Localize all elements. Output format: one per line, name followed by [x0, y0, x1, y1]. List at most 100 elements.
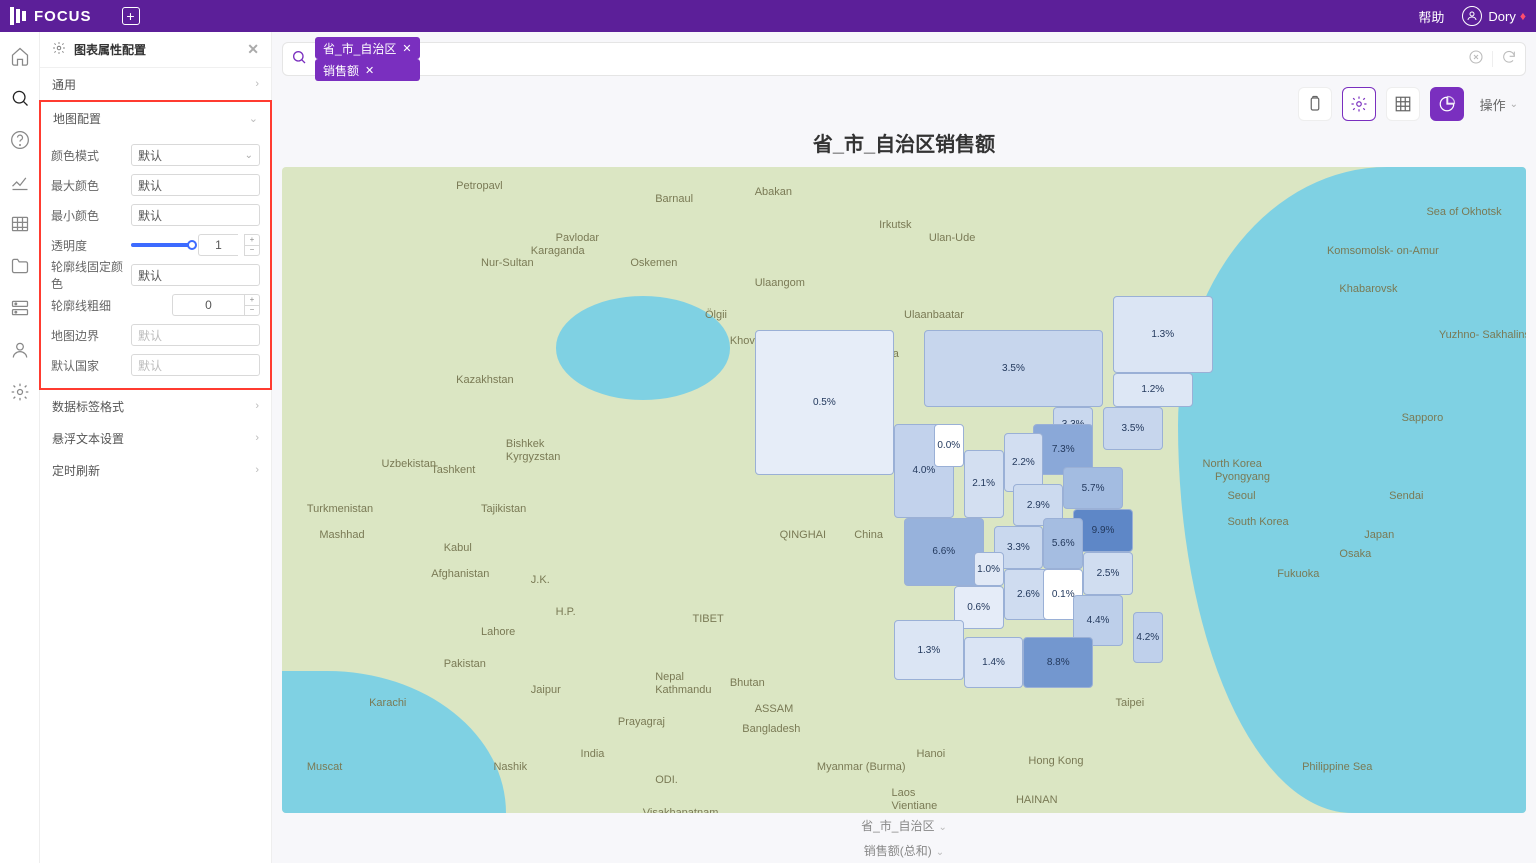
map-extent-input[interactable]: 默认 [131, 324, 260, 346]
province[interactable]: 4.2% [1133, 612, 1163, 663]
province[interactable]: 3.5% [1103, 407, 1163, 450]
field-label: 轮廓线固定颜色 [51, 258, 123, 292]
province[interactable]: 5.7% [1063, 467, 1123, 510]
opacity-value[interactable]: 1 [198, 234, 238, 256]
section-label: 悬浮文本设置 [52, 430, 124, 447]
section-general[interactable]: 通用 › [40, 68, 271, 100]
field-label: 默认国家 [51, 357, 123, 374]
map-label: Prayagraj [618, 716, 665, 728]
map-label: Kyrgyzstan [506, 451, 560, 463]
footer-measure[interactable]: 销售额(总和)⌄ [282, 838, 1526, 863]
province[interactable]: 5.6% [1043, 518, 1083, 569]
nav-rail [0, 32, 40, 863]
user-avatar-icon[interactable] [1462, 6, 1482, 26]
map-label: Ulan-Ude [929, 232, 975, 244]
step-down[interactable]: − [244, 245, 260, 257]
map-label: Myanmar (Burma) [817, 761, 906, 773]
username[interactable]: Dory [1488, 9, 1515, 24]
province[interactable]: 6.6% [904, 518, 984, 586]
default-country-input[interactable]: 默认 [131, 354, 260, 376]
refresh-icon[interactable] [1501, 49, 1517, 70]
section-data-label[interactable]: 数据标签格式 › [40, 390, 271, 422]
chart-toolbar: 操作 ⌄ [282, 76, 1526, 132]
outline-color-input[interactable]: 默认 [131, 264, 260, 286]
grid-button[interactable] [1386, 87, 1420, 121]
section-auto-refresh[interactable]: 定时刷新 › [40, 454, 271, 486]
color-mode-select[interactable]: 默认 ⌄ [131, 144, 260, 166]
clear-icon[interactable] [1468, 49, 1484, 70]
map-label: Irkutsk [879, 219, 911, 231]
map-label: Sea of Okhotsk [1426, 206, 1501, 218]
map-label: Barnaul [655, 193, 693, 205]
user-icon[interactable] [10, 340, 30, 360]
chip-remove-icon[interactable]: ✕ [402, 42, 411, 55]
settings-button[interactable] [1342, 87, 1376, 121]
chart-type-button[interactable] [1430, 87, 1464, 121]
help-link[interactable]: 帮助 [1418, 7, 1444, 26]
section-map-config[interactable]: 地图配置 ⌄ [41, 102, 270, 134]
operate-menu[interactable]: 操作 ⌄ [1480, 95, 1518, 114]
map-label: Kazakhstan [456, 374, 513, 386]
map-label: Tashkent [431, 464, 475, 476]
opacity-stepper[interactable]: +− [244, 234, 260, 256]
map-label: Pavlodar [556, 232, 599, 244]
server-icon[interactable] [10, 298, 30, 318]
settings-icon[interactable] [10, 382, 30, 402]
chart-title: 省_市_自治区销售额 [282, 128, 1526, 157]
map-canvas[interactable]: KazakhstanMongoliaKyrgyzstanUzbekistanTa… [282, 167, 1526, 813]
close-icon[interactable]: ✕ [247, 41, 259, 58]
outline-width-stepper[interactable]: +− [244, 294, 260, 316]
map-label: Afghanistan [431, 568, 489, 580]
province[interactable]: 1.3% [894, 620, 964, 680]
min-color-input[interactable]: 默认 [131, 204, 260, 226]
map-label: Sendai [1389, 490, 1423, 502]
province[interactable]: 3.5% [924, 330, 1103, 407]
row-outline-color: 轮廓线固定颜色 默认 [51, 260, 260, 290]
map-label: Ölgii [705, 309, 727, 321]
province[interactable]: 1.4% [964, 637, 1024, 688]
help-icon[interactable] [10, 130, 30, 150]
map-label: ODI. [655, 774, 678, 786]
province[interactable]: 8.8% [1023, 637, 1093, 688]
province[interactable]: 0.0% [934, 424, 964, 467]
max-color-input[interactable]: 默认 [131, 174, 260, 196]
step-up[interactable]: + [244, 294, 260, 305]
chart-icon[interactable] [10, 172, 30, 192]
province[interactable]: 2.1% [964, 450, 1004, 518]
map-label: Nashik [493, 761, 527, 773]
chevron-down-icon: ⌄ [249, 112, 258, 125]
map-label: Hong Kong [1028, 755, 1083, 767]
new-button[interactable]: + [122, 7, 140, 25]
step-up[interactable]: + [244, 234, 260, 245]
outline-width-value[interactable]: 0 [172, 294, 244, 316]
gem-icon: ♦ [1520, 9, 1526, 23]
step-down[interactable]: − [244, 305, 260, 317]
province[interactable]: 2.5% [1083, 552, 1133, 595]
footer-dimension[interactable]: 省_市_自治区⌄ [282, 813, 1526, 838]
section-label: 地图配置 [53, 110, 101, 127]
table-icon[interactable] [10, 214, 30, 234]
home-icon[interactable] [10, 46, 30, 66]
map-label: Yuzhno- Sakhalinsk [1439, 329, 1526, 341]
query-chip[interactable]: 省_市_自治区✕ [315, 37, 420, 59]
panel-title: 图表属性配置 [74, 41, 146, 58]
province[interactable]: 1.3% [1113, 296, 1213, 373]
province[interactable]: 1.0% [974, 552, 1004, 586]
province[interactable]: 1.2% [1113, 373, 1193, 407]
section-label: 通用 [52, 76, 76, 93]
chevron-down-icon: ⌄ [936, 847, 944, 858]
chip-remove-icon[interactable]: ✕ [365, 64, 374, 77]
map-label: India [581, 748, 605, 760]
map-label: Lahore [481, 626, 515, 638]
search-icon[interactable] [10, 88, 30, 108]
map-label: Visakhapatnam [643, 807, 719, 813]
row-default-country: 默认国家 默认 [51, 350, 260, 380]
query-bar[interactable]: 省_市_自治区✕销售额✕ [282, 42, 1526, 76]
opacity-slider[interactable] [131, 243, 192, 247]
section-map-config-highlight: 地图配置 ⌄ 颜色模式 默认 ⌄ 最大颜色 默认 [39, 100, 272, 390]
clipboard-button[interactable] [1298, 87, 1332, 121]
province[interactable]: 0.5% [755, 330, 894, 475]
chevron-right-icon: › [255, 78, 259, 90]
folder-icon[interactable] [10, 256, 30, 276]
section-hover-text[interactable]: 悬浮文本设置 › [40, 422, 271, 454]
